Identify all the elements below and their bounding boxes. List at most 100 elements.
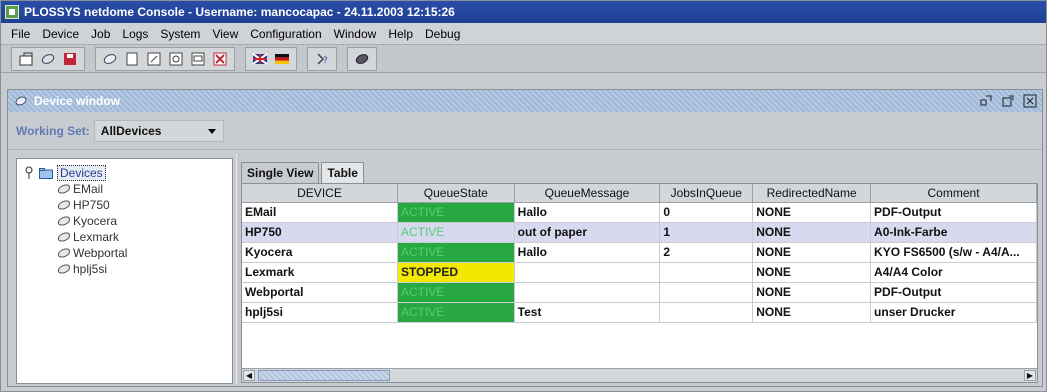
cell-queuestate: ACTIVE — [397, 302, 515, 323]
table-row[interactable]: HP750 ACTIVE out of paper 1 NONE A0-Ink-… — [242, 222, 1037, 243]
printer-icon — [57, 264, 71, 274]
cell-comment: PDF-Output — [870, 282, 1037, 303]
table-row[interactable]: Lexmark STOPPED NONE A4/A4 Color — [242, 262, 1037, 283]
working-set-label: Working Set: — [16, 123, 90, 138]
cell-jobsinqueue — [659, 262, 754, 283]
cell-redirectedname: NONE — [752, 262, 872, 283]
table-row[interactable]: Webportal ACTIVE NONE PDF-Output — [242, 282, 1037, 303]
cell-device: HP750 — [242, 222, 398, 243]
chevron-down-icon — [207, 128, 216, 134]
folder-icon — [39, 167, 53, 179]
cell-queuemessage — [514, 282, 661, 303]
working-set-value: AllDevices — [100, 123, 162, 138]
scroll-left-icon[interactable]: ◀ — [243, 370, 255, 381]
table-row[interactable]: Kyocera ACTIVE Hallo 2 NONE KYO FS6500 (… — [242, 242, 1037, 263]
printer-icon — [57, 248, 71, 258]
tree-item-webportal[interactable]: Webportal — [57, 245, 232, 261]
column-header-queuemessage[interactable]: QueueMessage — [514, 184, 661, 203]
menu-debug[interactable]: Debug — [419, 27, 466, 41]
device-window-titlebar[interactable]: Device window — [8, 90, 1042, 112]
german-flag-icon[interactable] — [272, 49, 292, 69]
menu-file[interactable]: File — [5, 27, 36, 41]
column-header-jobsinqueue[interactable]: JobsInQueue — [659, 184, 754, 203]
printer-icon — [57, 232, 71, 242]
toolbar-group-device — [95, 46, 235, 71]
document-icon[interactable] — [122, 49, 142, 69]
tree-item-hplj5si[interactable]: hplj5si — [57, 261, 232, 277]
save-icon[interactable] — [60, 49, 80, 69]
tree-item-hp750[interactable]: HP750 — [57, 197, 232, 213]
tree-item-email[interactable]: EMail — [57, 181, 232, 197]
tree-item-kyocera[interactable]: Kyocera — [57, 213, 232, 229]
cell-queuemessage: Hallo — [514, 202, 661, 223]
window-icon[interactable] — [188, 49, 208, 69]
close-window-icon[interactable] — [1022, 93, 1038, 108]
column-header-queuestate[interactable]: QueueState — [397, 184, 515, 203]
horizontal-scrollbar[interactable]: ◀ ▶ — [242, 368, 1037, 382]
app-window: PLOSSYS netdome Console - Username: manc… — [0, 0, 1047, 392]
settings-icon[interactable] — [166, 49, 186, 69]
working-set-row: Working Set: AllDevices — [8, 112, 1042, 150]
maximize-icon[interactable] — [1000, 93, 1016, 108]
column-header-device[interactable]: DEVICE — [242, 184, 398, 203]
cell-jobsinqueue: 2 — [659, 242, 754, 263]
cell-jobsinqueue — [659, 302, 754, 323]
working-set-select[interactable]: AllDevices — [93, 119, 224, 142]
cell-comment: KYO FS6500 (s/w - A4/A... — [870, 242, 1037, 263]
menu-configuration[interactable]: Configuration — [244, 27, 327, 41]
cell-redirectedname: NONE — [752, 222, 872, 243]
monitor-icon[interactable] — [352, 49, 372, 69]
new-icon[interactable] — [16, 49, 36, 69]
cell-jobsinqueue: 1 — [659, 222, 754, 243]
table-row[interactable]: hplj5si ACTIVE Test NONE unser Drucker — [242, 302, 1037, 323]
restore-icon[interactable] — [978, 93, 994, 108]
column-header-comment[interactable]: Comment — [870, 184, 1037, 203]
tree-root[interactable]: Devices — [23, 165, 232, 181]
open-icon[interactable] — [38, 49, 58, 69]
uk-flag-icon[interactable] — [250, 49, 270, 69]
cell-jobsinqueue: 0 — [659, 202, 754, 223]
cell-queuemessage: Hallo — [514, 242, 661, 263]
column-header-redirectedname[interactable]: RedirectedName — [752, 184, 872, 203]
tab-table[interactable]: Table — [321, 162, 364, 183]
printer-icon — [57, 184, 71, 194]
menu-help[interactable]: Help — [382, 27, 419, 41]
tree-item-lexmark[interactable]: Lexmark — [57, 229, 232, 245]
menu-job[interactable]: Job — [85, 27, 116, 41]
menu-logs[interactable]: Logs — [116, 27, 154, 41]
cell-queuestate: STOPPED — [397, 262, 515, 283]
cell-device: hplj5si — [242, 302, 398, 323]
edit-icon[interactable] — [144, 49, 164, 69]
menu-device[interactable]: Device — [36, 27, 85, 41]
table-row[interactable]: EMail ACTIVE Hallo 0 NONE PDF-Output — [242, 202, 1037, 223]
cell-device: Kyocera — [242, 242, 398, 263]
device-window-icon — [15, 96, 27, 106]
menu-view[interactable]: View — [206, 27, 244, 41]
table-header-row: DEVICE QueueState QueueMessage JobsInQue… — [242, 184, 1037, 203]
cell-comment: A0-Ink-Farbe — [870, 222, 1037, 243]
cell-device: Lexmark — [242, 262, 398, 283]
cell-redirectedname: NONE — [752, 282, 872, 303]
scroll-thumb[interactable] — [258, 370, 390, 381]
cell-queuestate: ACTIVE — [397, 242, 515, 263]
close-icon[interactable] — [210, 49, 230, 69]
view-tabs: Single View Table — [241, 162, 366, 183]
printer-icon — [57, 200, 71, 210]
help-icon[interactable]: ? — [312, 49, 332, 69]
tree-root-label: Devices — [57, 165, 106, 181]
tree-expand-icon[interactable] — [23, 165, 35, 181]
cell-comment: A4/A4 Color — [870, 262, 1037, 283]
toolbar-group-file — [11, 46, 85, 71]
device-tree: Devices EMail HP750 Kyocera Lexmark Webp… — [16, 158, 233, 384]
scroll-right-icon[interactable]: ▶ — [1024, 370, 1036, 381]
menu-window[interactable]: Window — [328, 27, 383, 41]
menu-system[interactable]: System — [154, 27, 206, 41]
device-window: Device window Working Set: AllDevices De… — [7, 89, 1043, 387]
tree-item-label: hplj5si — [73, 262, 108, 276]
tab-single-view[interactable]: Single View — [241, 162, 320, 183]
title-bar[interactable]: PLOSSYS netdome Console - Username: manc… — [1, 1, 1046, 23]
device-table: DEVICE QueueState QueueMessage JobsInQue… — [242, 184, 1037, 323]
cell-comment: unser Drucker — [870, 302, 1037, 323]
device-icon[interactable] — [100, 49, 120, 69]
toolbar-group-help: ? — [307, 46, 337, 71]
